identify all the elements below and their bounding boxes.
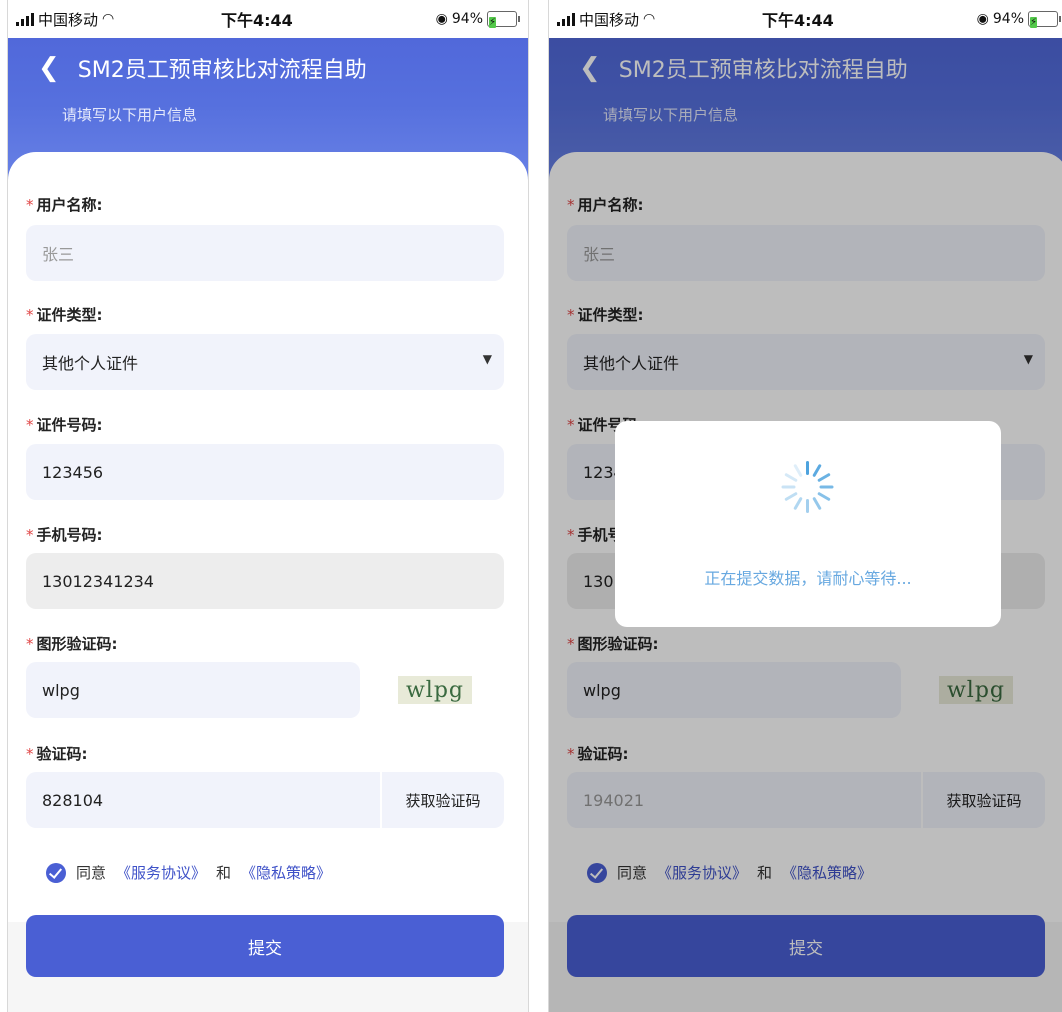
phone-screen-loading: 中国移动 ◠ 下午4:44 ◉ 94% ⚡ ❮ SM2员工预审核比对流程自助 请… [548,0,1062,1012]
phone-label: * 手机号码: [26,526,103,544]
status-bar: 中国移动 ◠ 下午4:44 ◉ 94% ⚡ [8,0,528,38]
wifi-icon: ◠ [102,11,115,27]
dropdown-caret-icon: ▼ [482,352,492,366]
agreement-row: 同意 《服务协议》和《隐私策略》 [46,862,331,883]
orientation-lock-icon: ◉ [976,11,989,27]
idtype-select[interactable]: 其他个人证件 ▼ [26,334,504,390]
phone-screen-form: 中国移动 ◠ 下午4:44 ◉ 94% ⚡ ❮ SM2员工预审核比对流程自助 请… [7,0,529,1012]
idnumber-label: * 证件号码: [26,416,103,434]
username-label: * 用户名称: [26,196,103,214]
username-field[interactable]: 张三 [26,225,504,281]
loading-spinner-icon [778,457,838,517]
privacy-policy-link[interactable]: 《隐私策略》 [241,862,331,883]
service-agreement-link[interactable]: 《服务协议》 [116,862,206,883]
form-card: * 用户名称: 张三 * 证件类型: 其他个人证件 ▼ * 证件号码: 123456 *… [8,152,528,922]
idtype-label: * 证件类型: [26,306,103,324]
status-bar: 中国移动 ◠ 下午4:44 ◉ 94% ⚡ [549,0,1062,38]
battery-percent: 94% [451,11,483,27]
signal-bars-icon [557,12,575,26]
carrier-name: 中国移动 [579,10,640,29]
signal-bars-icon [16,12,34,26]
check-circle-icon[interactable] [46,862,66,883]
page-subtitle: 请填写以下用户信息 [62,106,198,124]
page-title: SM2员工预审核比对流程自助 [77,58,367,83]
submit-button[interactable]: 提交 [26,915,504,977]
loading-message: 正在提交数据，请耐心等待... [704,569,912,588]
status-time: 下午4:44 [762,11,834,30]
code-label: * 验证码: [26,745,88,763]
back-chevron-icon[interactable]: ❮ [38,55,60,81]
battery-icon: ⚡ [1028,11,1061,28]
carrier-name: 中国移动 [38,10,99,29]
wifi-icon: ◠ [643,11,656,27]
loading-dialog: 正在提交数据，请耐心等待... [615,421,1001,627]
captcha-image[interactable]: wlpg [398,676,472,704]
captcha-field[interactable]: wlpg [26,662,360,718]
orientation-lock-icon: ◉ [435,11,448,27]
code-field[interactable]: 828104 [26,772,380,828]
battery-icon: ⚡ [487,11,520,28]
nav-bar: ❮ SM2员工预审核比对流程自助 [38,52,367,84]
get-code-button[interactable]: 获取验证码 [380,772,504,828]
battery-percent: 94% [992,11,1024,27]
idnumber-field[interactable]: 123456 [26,444,504,500]
phone-field[interactable]: 13012341234 [26,553,504,609]
status-time: 下午4:44 [221,11,293,30]
captcha-label: * 图形验证码: [26,635,118,653]
